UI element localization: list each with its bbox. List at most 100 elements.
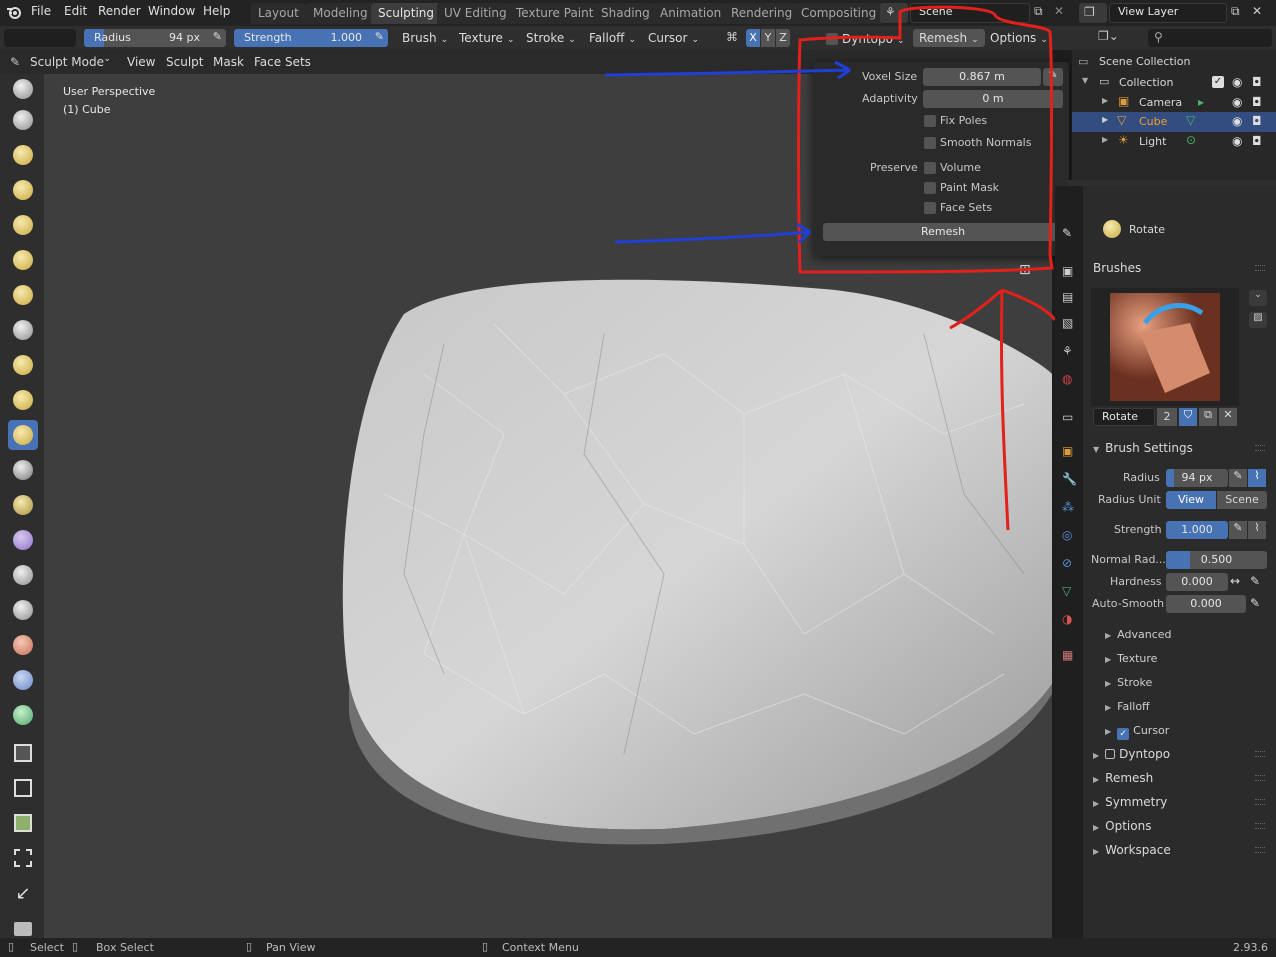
falloff-dropdown[interactable]: Falloff ⌄ (583, 29, 642, 47)
draw-face-sets-tool[interactable] (8, 630, 38, 660)
drag-handle-icon[interactable] (1255, 775, 1265, 781)
tab-sculpting[interactable]: Sculpting (371, 3, 442, 24)
draw-sharp-brush-tool[interactable] (8, 105, 38, 135)
paint-tool[interactable] (8, 700, 38, 730)
strength-field[interactable]: Strength 1.000 ✎ (234, 29, 388, 47)
menu-edit[interactable]: Edit (64, 4, 87, 18)
layer-brush-tool[interactable] (8, 245, 38, 275)
prop-strength-field[interactable]: 1.000 (1166, 521, 1228, 539)
pressure-icon[interactable]: ✎ (213, 30, 222, 43)
outliner-row-collection[interactable]: ▼ ▭ Collection ✓ ◉ ◘ (1072, 73, 1276, 93)
options-panel-header[interactable]: ▶ Options (1087, 816, 1271, 838)
crease-brush-tool[interactable] (8, 350, 38, 380)
remesh-panel-header[interactable]: ▶ Remesh (1087, 768, 1271, 790)
brush-dropdown[interactable]: Brush ⌄ (396, 29, 454, 47)
pressure-icon[interactable]: ✎ (1229, 521, 1247, 539)
curve-icon[interactable]: ⌇ (1248, 469, 1266, 487)
blob-brush-tool[interactable] (8, 315, 38, 345)
render-camera-icon[interactable]: ◘ (1252, 114, 1262, 128)
texture-dropdown[interactable]: Texture ⌄ (453, 29, 520, 47)
curve-icon[interactable]: ⌇ (1248, 521, 1266, 539)
remesh-button[interactable]: Remesh (823, 223, 1063, 241)
inflate-brush-tool[interactable] (8, 280, 38, 310)
options-dropdown[interactable]: Options ⌄ (984, 29, 1054, 47)
preserve-volume-checkbox[interactable] (924, 162, 936, 174)
modifiers-tab-icon[interactable]: 🔧 (1062, 472, 1077, 486)
render-camera-icon[interactable]: ◘ (1252, 95, 1262, 109)
drag-handle-icon[interactable] (1255, 265, 1265, 271)
expand-arrow-icon[interactable]: ▼ (1082, 76, 1088, 85)
navigation-grid-icon[interactable]: ⊞ (1019, 262, 1031, 278)
collection-tab-icon[interactable]: ▭ (1062, 410, 1073, 424)
preserve-paint-mask-checkbox[interactable] (924, 182, 936, 194)
object-tab-icon[interactable]: ▣ (1062, 444, 1073, 458)
box-face-set-tool[interactable] (8, 808, 38, 838)
tab-layout[interactable]: Layout (251, 3, 306, 24)
visibility-eye-icon[interactable]: ◉ (1232, 114, 1242, 128)
draw-brush-tool[interactable] (8, 74, 38, 104)
box-trim-tool[interactable] (8, 843, 38, 873)
slide-relax-brush-tool[interactable] (8, 455, 38, 485)
view-layer-selector-button[interactable]: ❐ (1079, 3, 1107, 23)
pressure-icon[interactable]: ✎ (1250, 574, 1260, 588)
rotate-brush-tool[interactable] (8, 420, 38, 450)
brush-preset-field[interactable] (4, 29, 76, 47)
normal-radius-field[interactable]: 0.500 (1166, 551, 1267, 569)
brush-preview[interactable] (1091, 288, 1239, 406)
outliner-row-camera[interactable]: ▶ ▣ Camera ▸ ◉ ◘ (1072, 93, 1276, 113)
dyntopo-dropdown[interactable]: Dyntopo ⌄ (820, 29, 911, 47)
line-project-tool[interactable]: ↙ (8, 878, 38, 908)
dyntopo-checkbox[interactable] (826, 33, 838, 45)
unlink-brush-icon[interactable]: ✕ (1219, 408, 1237, 426)
tab-shading[interactable]: Shading (594, 3, 657, 24)
radius-unit-view-toggle[interactable]: View (1166, 491, 1216, 509)
tab-modeling[interactable]: Modeling (306, 3, 375, 24)
workspace-panel-header[interactable]: ▶ Workspace (1087, 840, 1271, 862)
expand-arrow-icon[interactable]: ▶ (1102, 96, 1108, 105)
menu-view[interactable]: View (127, 55, 155, 69)
scene-tab-icon[interactable]: ⚘ (1062, 344, 1073, 358)
menu-sculpt[interactable]: Sculpt (166, 55, 203, 69)
visibility-eye-icon[interactable]: ◉ (1232, 95, 1242, 109)
radius-unit-scene-toggle[interactable]: Scene (1217, 491, 1267, 509)
brushes-panel-header[interactable]: Brushes (1087, 258, 1271, 280)
tab-animation[interactable]: Animation (653, 3, 729, 24)
subpanel-falloff[interactable]: ▶ Falloff (1105, 700, 1150, 713)
invert-arrows-icon[interactable]: ↔ (1230, 574, 1240, 588)
menu-window[interactable]: Window (148, 4, 195, 18)
radius-field[interactable]: Radius 94 px ✎ (84, 29, 226, 47)
tab-uv-editing[interactable]: UV Editing (437, 3, 514, 24)
smooth-normals-checkbox[interactable] (924, 137, 936, 149)
dyntopo-enable-checkbox[interactable] (1105, 749, 1116, 759)
menu-mask[interactable]: Mask (213, 55, 244, 69)
voxel-size-field[interactable]: 0.867 m (923, 68, 1041, 86)
box-mask-tool[interactable] (8, 738, 38, 768)
menu-file[interactable]: File (31, 4, 51, 18)
tool-tab-icon[interactable]: ✎ (1062, 226, 1072, 240)
duplicate-brush-icon[interactable]: ⧉ (1199, 408, 1217, 426)
outliner-search-field[interactable]: ⚲ (1148, 29, 1272, 47)
drag-handle-icon[interactable] (1255, 823, 1265, 829)
subpanel-advanced[interactable]: ▶ Advanced (1105, 628, 1172, 641)
physics-tab-icon[interactable]: ◎ (1062, 528, 1072, 542)
display-mode-icon[interactable]: ❐⌄ (1098, 29, 1119, 43)
view-layer-field[interactable]: View Layer (1109, 3, 1227, 23)
delete-view-layer-icon[interactable]: ✕ (1252, 4, 1262, 18)
auto-smooth-field[interactable]: 0.000 (1166, 595, 1246, 613)
exclude-checkbox[interactable]: ✓ (1212, 76, 1224, 88)
menu-help[interactable]: Help (203, 4, 230, 18)
drag-handle-icon[interactable] (1255, 799, 1265, 805)
chevron-down-icon[interactable]: ⌄ (1249, 290, 1267, 306)
tab-compositing[interactable]: Compositing (794, 3, 884, 24)
tab-rendering[interactable]: Rendering (724, 3, 800, 24)
render-camera-icon[interactable]: ◘ (1252, 75, 1262, 89)
adaptivity-field[interactable]: 0 m (923, 90, 1063, 108)
stroke-dropdown[interactable]: Stroke ⌄ (520, 29, 582, 47)
dyntopo-panel-header[interactable]: ▶ Dyntopo (1087, 744, 1271, 766)
new-view-layer-icon[interactable]: ⧉ (1231, 4, 1240, 19)
brush-settings-panel-header[interactable]: ▼ Brush Settings (1087, 438, 1271, 460)
strength-pressure-icon[interactable]: ✎ (375, 30, 384, 43)
blender-logo-icon[interactable] (6, 4, 22, 20)
output-tab-icon[interactable]: ▤ (1062, 290, 1073, 304)
drag-handle-icon[interactable] (1255, 751, 1265, 757)
